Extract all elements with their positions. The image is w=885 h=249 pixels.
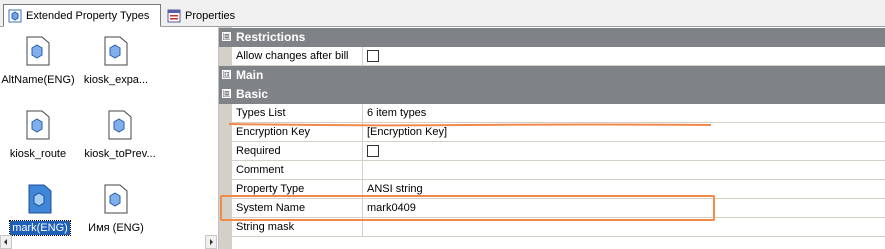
collapse-icon[interactable]: ⊟ xyxy=(222,89,231,98)
arrow-right-icon xyxy=(210,239,213,245)
property-name: Required xyxy=(232,142,363,160)
collapse-icon[interactable]: ⊟ xyxy=(222,32,231,41)
hexagon-doc-icon xyxy=(28,184,52,214)
category-label: Main xyxy=(236,68,264,82)
property-name: Comment xyxy=(232,161,363,179)
property-type-icon xyxy=(8,9,22,22)
property-value[interactable] xyxy=(364,142,884,160)
property-value[interactable] xyxy=(364,161,884,179)
annotation-highlight-box xyxy=(220,195,715,221)
tab-label: Properties xyxy=(185,9,236,22)
list-item-kiosk-route[interactable]: kiosk_route xyxy=(0,107,76,161)
category-restrictions[interactable]: ⊟ Restrictions xyxy=(219,28,885,47)
property-value[interactable] xyxy=(364,47,884,65)
property-name: Allow changes after bill xyxy=(232,47,363,65)
category-label: Basic xyxy=(236,87,269,101)
allow-changes-checkbox[interactable] xyxy=(367,50,379,62)
tab-extended-property-types[interactable]: Extended Property Types xyxy=(3,4,161,27)
tab-strip: Extended Property Types Properties xyxy=(0,0,885,27)
property-row-types-list[interactable]: Types List 6 item types xyxy=(219,104,885,123)
category-label: Restrictions xyxy=(236,30,306,44)
expand-icon[interactable]: ⊞ xyxy=(222,70,231,79)
required-checkbox[interactable] xyxy=(367,145,379,157)
property-value[interactable]: 6 item types xyxy=(364,104,884,122)
hexagon-doc-icon xyxy=(26,110,50,140)
hexagon-doc-icon xyxy=(108,110,132,140)
property-row-required[interactable]: Required xyxy=(219,142,885,161)
category-basic[interactable]: ⊟ Basic xyxy=(219,85,885,104)
scroll-right-button[interactable] xyxy=(205,235,217,249)
list-item-label: kiosk_toPrev... xyxy=(84,148,156,160)
property-name: Types List xyxy=(232,104,363,122)
tab-label: Extended Property Types xyxy=(26,9,150,22)
arrow-left-icon xyxy=(4,239,7,245)
list-item-kiosk-toprev[interactable]: kiosk_toPrev... xyxy=(82,107,158,161)
properties-icon xyxy=(167,9,181,22)
tab-properties[interactable]: Properties xyxy=(163,4,273,27)
property-row-comment[interactable]: Comment xyxy=(219,161,885,180)
list-item-kiosk-expa[interactable]: kiosk_expa... xyxy=(78,33,154,87)
list-item-mark-eng[interactable]: mark(ENG) xyxy=(2,181,78,236)
item-type-list: AltName(ENG) kiosk_expa... kiosk_route k… xyxy=(0,27,219,249)
category-main[interactable]: ⊞ Main xyxy=(219,66,885,85)
annotation-underline xyxy=(229,123,711,127)
hexagon-doc-icon xyxy=(26,36,50,66)
list-item-imya-eng[interactable]: Имя (ENG) xyxy=(78,181,154,235)
list-item-label: kiosk_expa... xyxy=(83,74,149,86)
list-item-label: Имя (ENG) xyxy=(88,222,144,234)
list-item-label: kiosk_route xyxy=(9,148,67,160)
list-item-label: mark(ENG) xyxy=(9,220,71,236)
scroll-left-button[interactable] xyxy=(0,235,12,249)
hexagon-doc-icon xyxy=(104,184,128,214)
list-item-altname[interactable]: AltName(ENG) xyxy=(0,33,76,87)
property-row-allow-changes[interactable]: Allow changes after bill xyxy=(219,47,885,66)
hexagon-doc-icon xyxy=(104,36,128,66)
list-item-label: AltName(ENG) xyxy=(1,74,75,86)
